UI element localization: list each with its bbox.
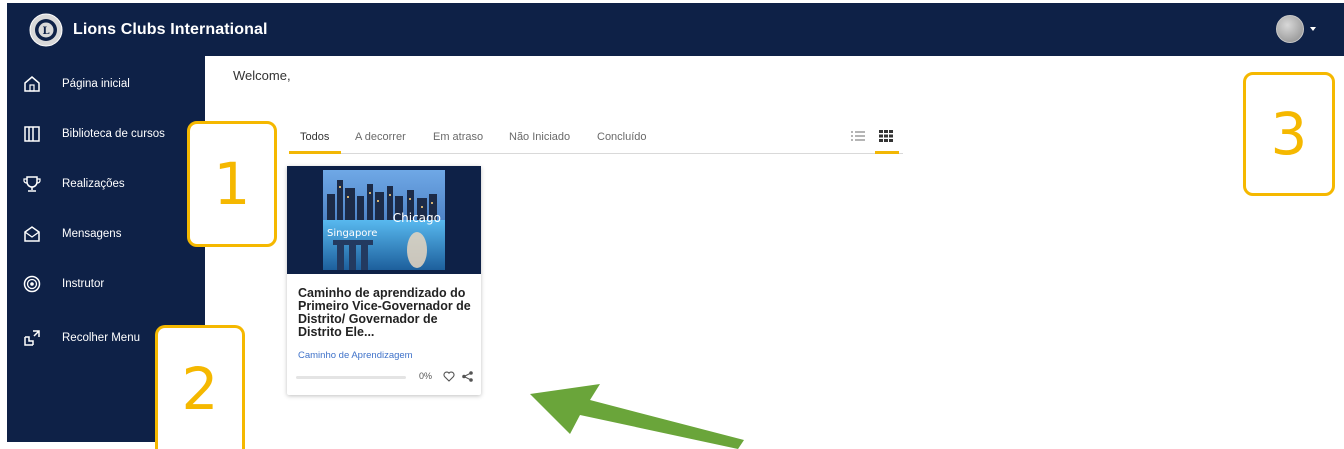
sidebar-item-library[interactable]: Biblioteca de cursos [7,114,205,154]
top-bar: L Lions Clubs International [7,3,1344,56]
sidebar-item-label: Realizações [62,178,125,190]
course-title[interactable]: Caminho de aprendizado do Primeiro Vice-… [298,287,476,339]
list-view-icon[interactable] [851,130,865,142]
sidebar-item-label: Recolher Menu [62,332,140,344]
callout-2: 2 [155,325,245,449]
course-type: Caminho de Aprendizagem [298,350,413,361]
user-menu[interactable] [1276,15,1316,43]
app-title[interactable]: Lions Clubs International [73,21,268,39]
callout-3: 3 [1243,72,1335,196]
heart-icon[interactable] [443,371,455,382]
user-avatar-icon[interactable] [1276,15,1304,43]
sidebar-item-label: Biblioteca de cursos [62,128,165,140]
main-content: Welcome, Todos A decorrer Em atraso Não … [205,56,1344,449]
sidebar-item-label: Mensagens [62,228,122,240]
active-tab-indicator [289,151,341,154]
library-icon [22,124,42,144]
tab-todos[interactable]: Todos [300,131,329,143]
course-card[interactable]: Chicago Singapore Caminho de aprendizado… [287,166,481,395]
callout-1: 1 [187,121,277,247]
home-icon [22,74,42,94]
grid-view-icon[interactable] [879,130,893,142]
share-icon[interactable] [462,371,473,382]
image-caption-singapore: Singapore [327,228,377,239]
sidebar-item-label: Página inicial [62,78,130,90]
tab-nao-iniciado[interactable]: Não Iniciado [509,131,570,143]
svg-text:L: L [42,26,49,37]
active-view-indicator [875,151,899,154]
course-thumbnail: Chicago Singapore [287,166,481,274]
tab-concluido[interactable]: Concluído [597,131,647,143]
green-arrow-icon [530,384,744,449]
sidebar-item-achievements[interactable]: Realizações [7,164,205,204]
instructor-icon [22,274,42,294]
tab-em-atraso[interactable]: Em atraso [433,131,483,143]
sidebar-item-instructor[interactable]: Instrutor [7,264,205,304]
sidebar-item-home[interactable]: Página inicial [7,64,205,104]
filter-tabs: Todos A decorrer Em atraso Não Iniciado … [289,121,903,154]
progress-percent: 0% [419,371,433,381]
progress-bar [296,376,406,379]
tab-a-decorrer[interactable]: A decorrer [355,131,406,143]
collapse-menu-icon [22,328,42,348]
sidebar-item-label: Instrutor [62,278,105,290]
chevron-down-icon[interactable] [1310,27,1316,31]
welcome-text: Welcome, [233,68,291,83]
trophy-icon [22,174,42,194]
sidebar-item-messages[interactable]: Mensagens [7,214,205,254]
envelope-icon [22,224,42,244]
image-caption-chicago: Chicago [393,211,441,225]
lions-club-emblem-icon[interactable]: L [29,13,63,47]
page: L Lions Clubs International Página inici… [0,0,1344,449]
